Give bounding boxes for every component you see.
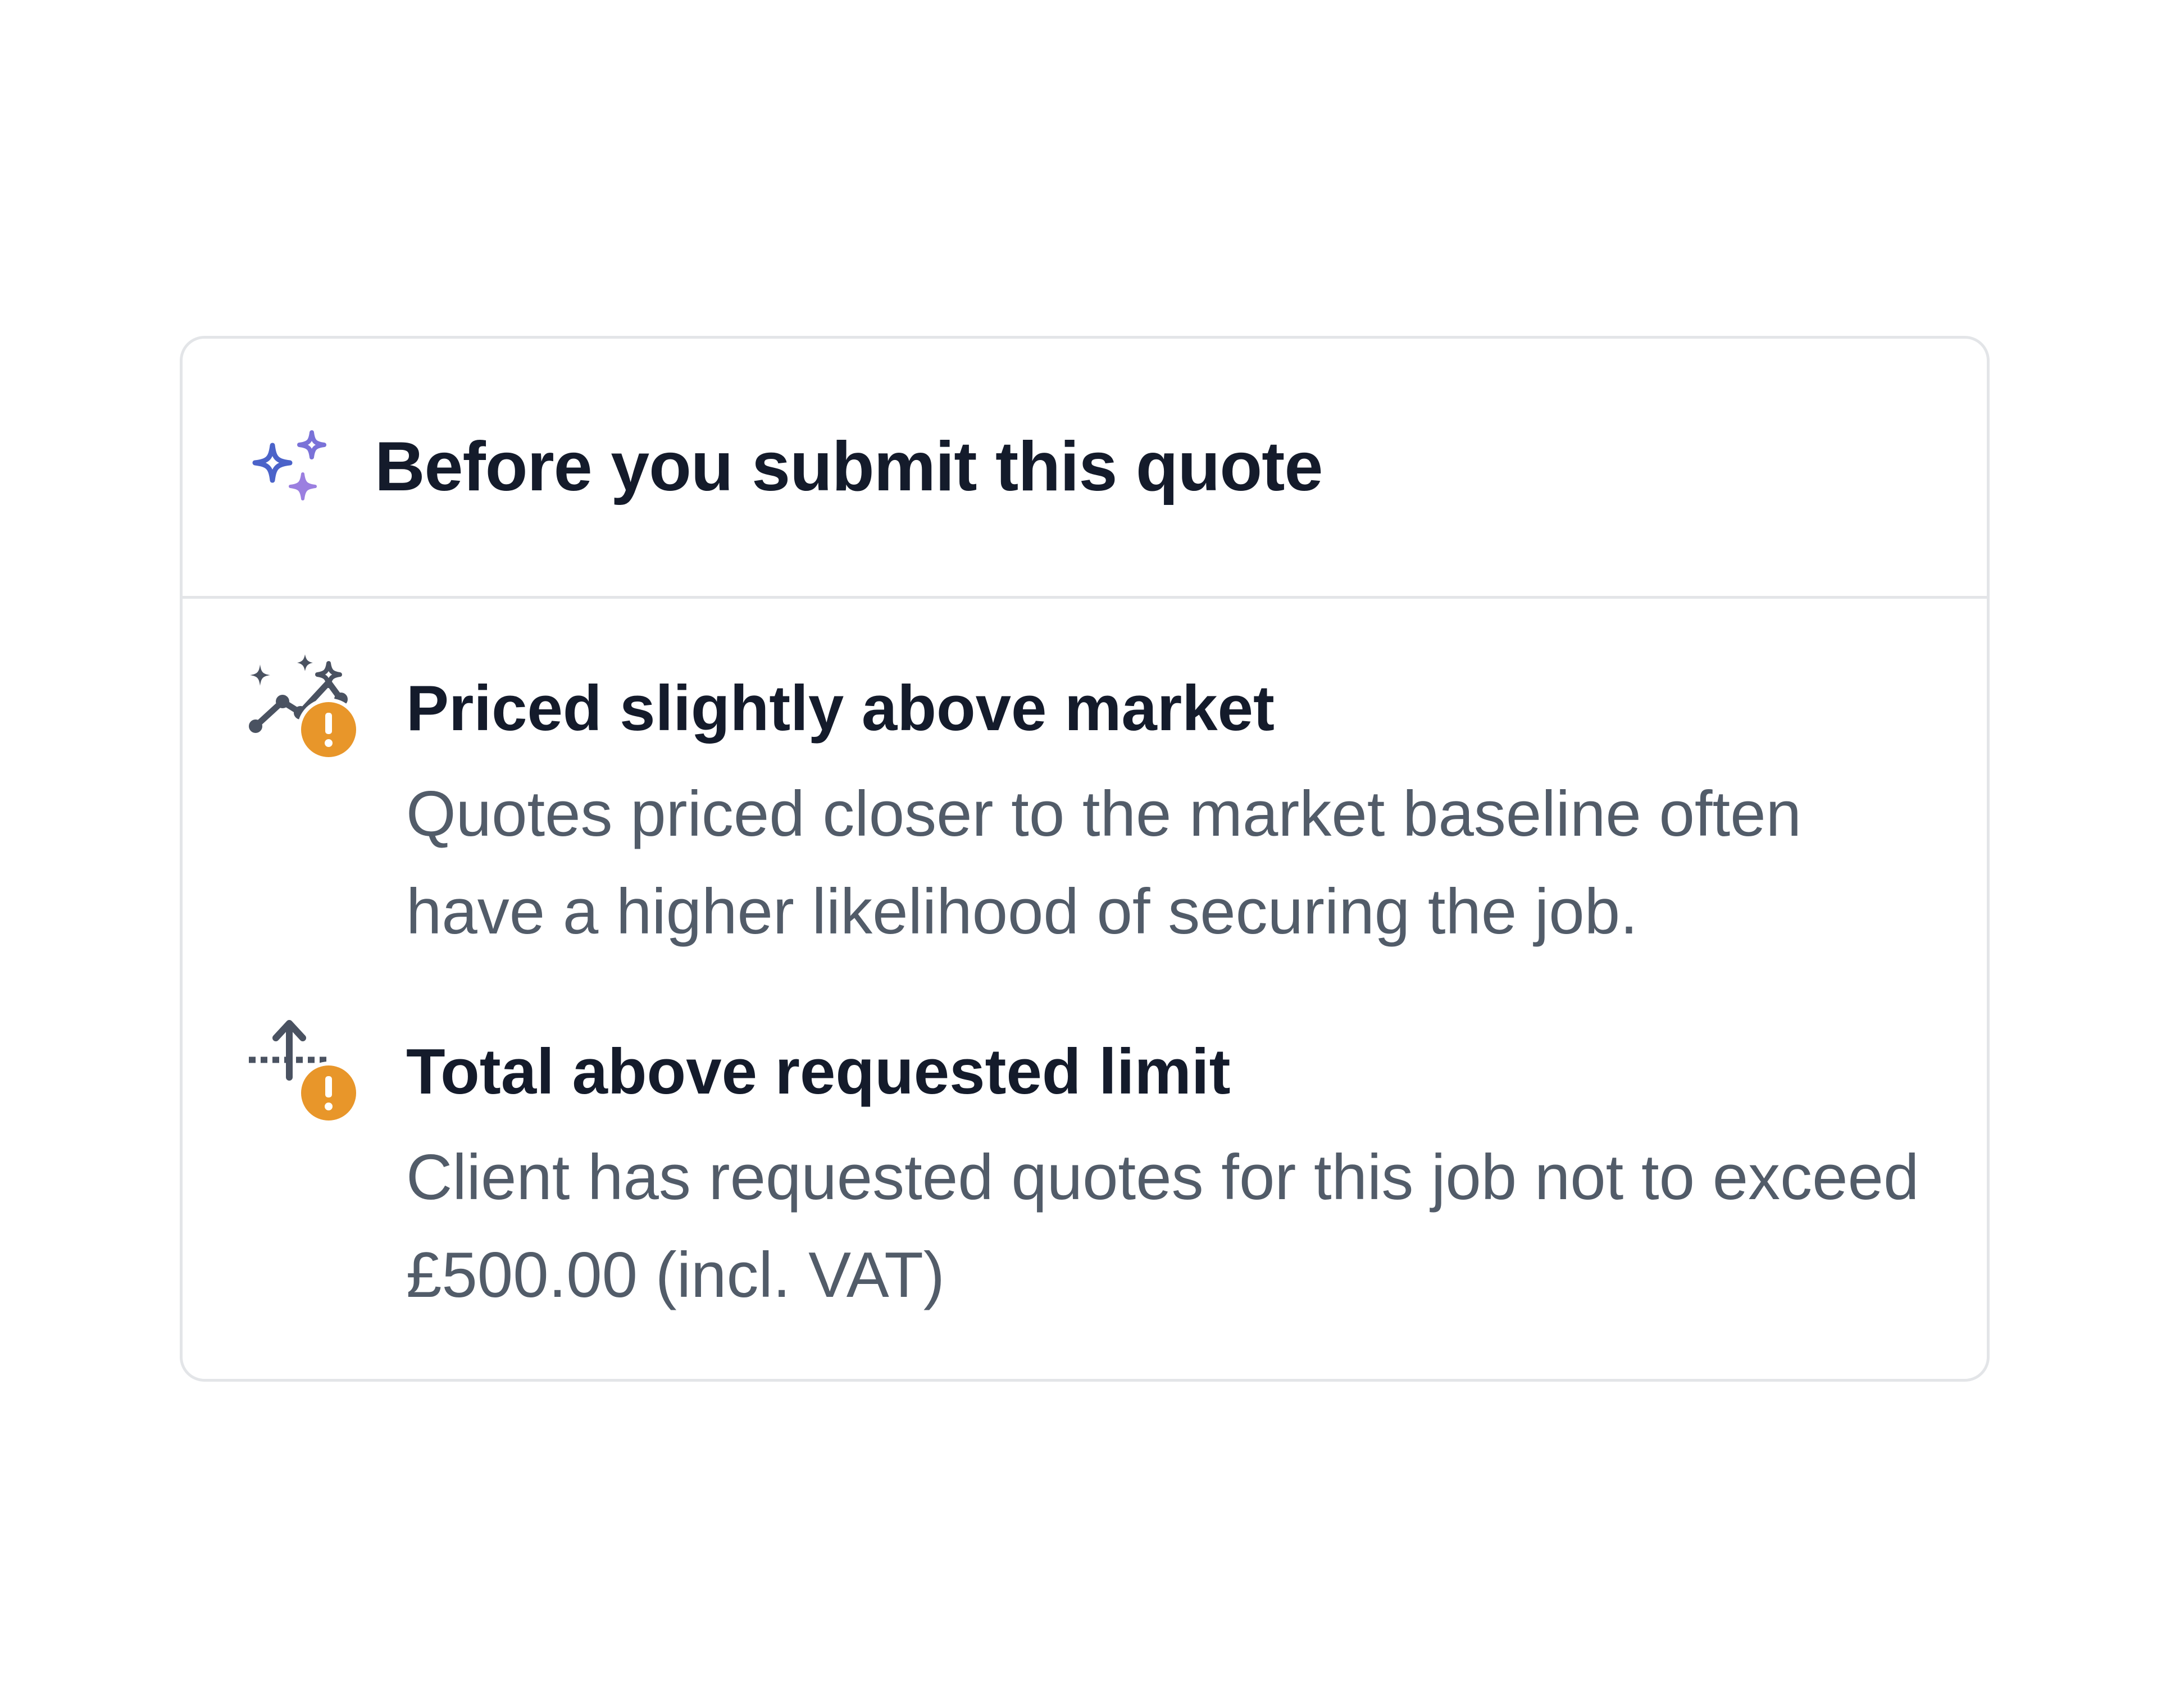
sparkle-icon — [252, 430, 326, 500]
alert-title: Priced slightly above market — [406, 673, 1275, 744]
limit-arrow-icon — [249, 1020, 360, 1124]
card-title: Before you submit this quote — [375, 428, 1323, 505]
quote-check-card: Before you submit this quote Priced slig… — [180, 336, 1990, 1382]
alert-description: Client has requested quotes for this job… — [406, 1142, 1919, 1311]
trend-chart-icon — [249, 654, 360, 761]
alert-description: Quotes priced closer to the market basel… — [406, 778, 1802, 948]
warning-icon — [297, 1062, 360, 1124]
alert-title: Total above requested limit — [406, 1036, 1231, 1108]
warning-icon — [297, 698, 360, 761]
card-header: Before you submit this quote — [183, 339, 1987, 599]
